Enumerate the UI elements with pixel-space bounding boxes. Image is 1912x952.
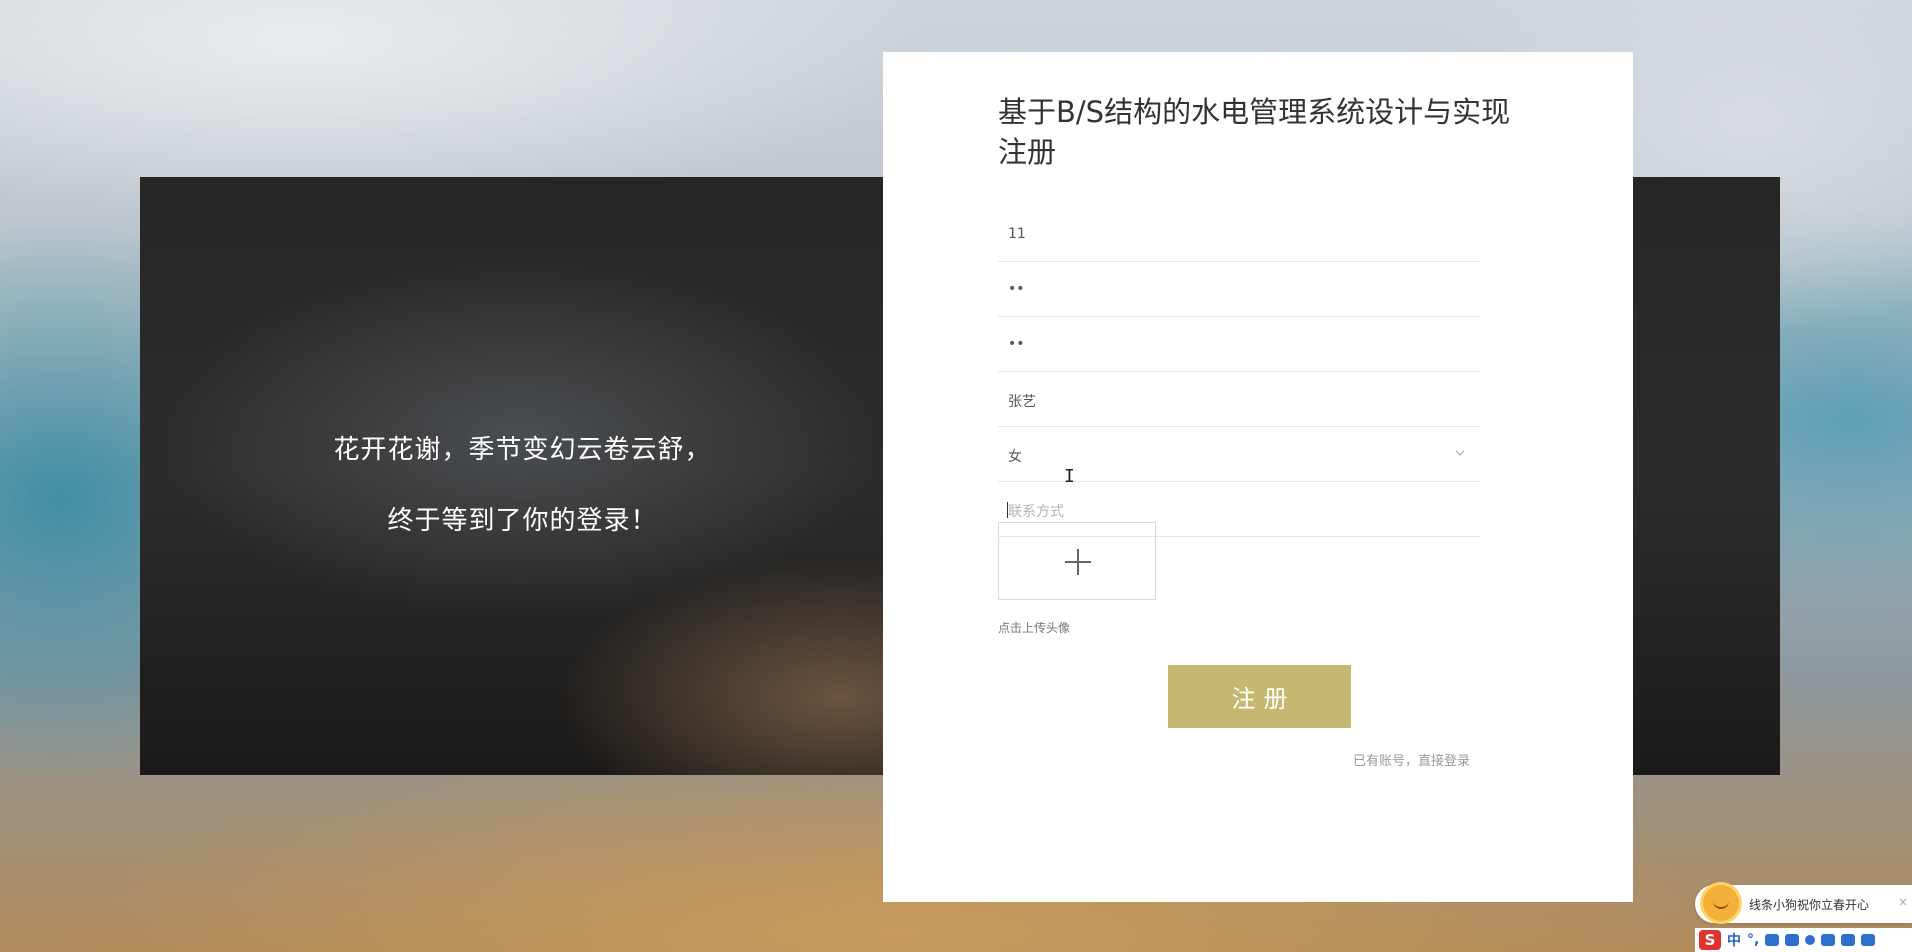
password-field[interactable]: •• [998, 262, 1480, 317]
contact-placeholder: 联系方式 [1008, 504, 1064, 520]
confirm-password-field[interactable]: •• [998, 317, 1480, 372]
skin-icon[interactable] [1805, 935, 1816, 945]
slogan-line-2: 终于等到了你的登录！ [387, 506, 658, 536]
chevron-down-icon [1455, 450, 1465, 456]
ime-punctuation-toggle[interactable]: °, [1747, 932, 1759, 948]
game-icon[interactable] [1821, 934, 1836, 946]
page-title: 基于B/S结构的水电管理系统设计与实现注册 [998, 95, 1511, 169]
microphone-icon[interactable] [1765, 934, 1780, 946]
confirm-password-value: •• [1008, 336, 1025, 352]
notification-toast[interactable]: 线条小狗祝你立春开心 × [1695, 885, 1912, 923]
gender-value: 女 [1008, 449, 1022, 465]
toolbox-icon[interactable] [1841, 934, 1856, 946]
close-icon[interactable]: × [1898, 895, 1908, 909]
upload-avatar-label: 点击上传头像 [998, 621, 1071, 635]
welcome-slogan: 花开花谢，季节变幻云卷云舒， 终于等到了你的登录！ [140, 415, 905, 557]
ime-toolbar: S 中 °, [1695, 928, 1912, 952]
ime-logo-icon[interactable]: S [1699, 930, 1721, 950]
settings-icon[interactable] [1861, 934, 1876, 946]
account-field[interactable]: 11 [998, 207, 1480, 262]
avatar-upload-button[interactable] [998, 522, 1156, 600]
keyboard-icon[interactable] [1785, 934, 1800, 946]
sun-mascot-icon [1703, 885, 1739, 921]
password-value: •• [1008, 281, 1025, 297]
name-field[interactable]: 张艺 [998, 372, 1480, 427]
slogan-line-1: 花开花谢，季节变幻云卷云舒， [333, 435, 712, 465]
ime-mode-toggle[interactable]: 中 [1727, 930, 1741, 950]
login-link[interactable]: 已有账号，直接登录 [1340, 750, 1470, 769]
notification-text: 线条小狗祝你立春开心 [1749, 898, 1870, 912]
name-value: 张艺 [1008, 394, 1036, 410]
register-panel: 基于B/S结构的水电管理系统设计与实现注册 11 •• •• 张艺 女 联系方式… [883, 52, 1633, 902]
text-cursor-icon: I [1064, 466, 1075, 487]
plus-icon [1065, 549, 1091, 575]
account-value: 11 [1008, 226, 1026, 242]
register-button[interactable]: 注册 [1168, 665, 1351, 728]
